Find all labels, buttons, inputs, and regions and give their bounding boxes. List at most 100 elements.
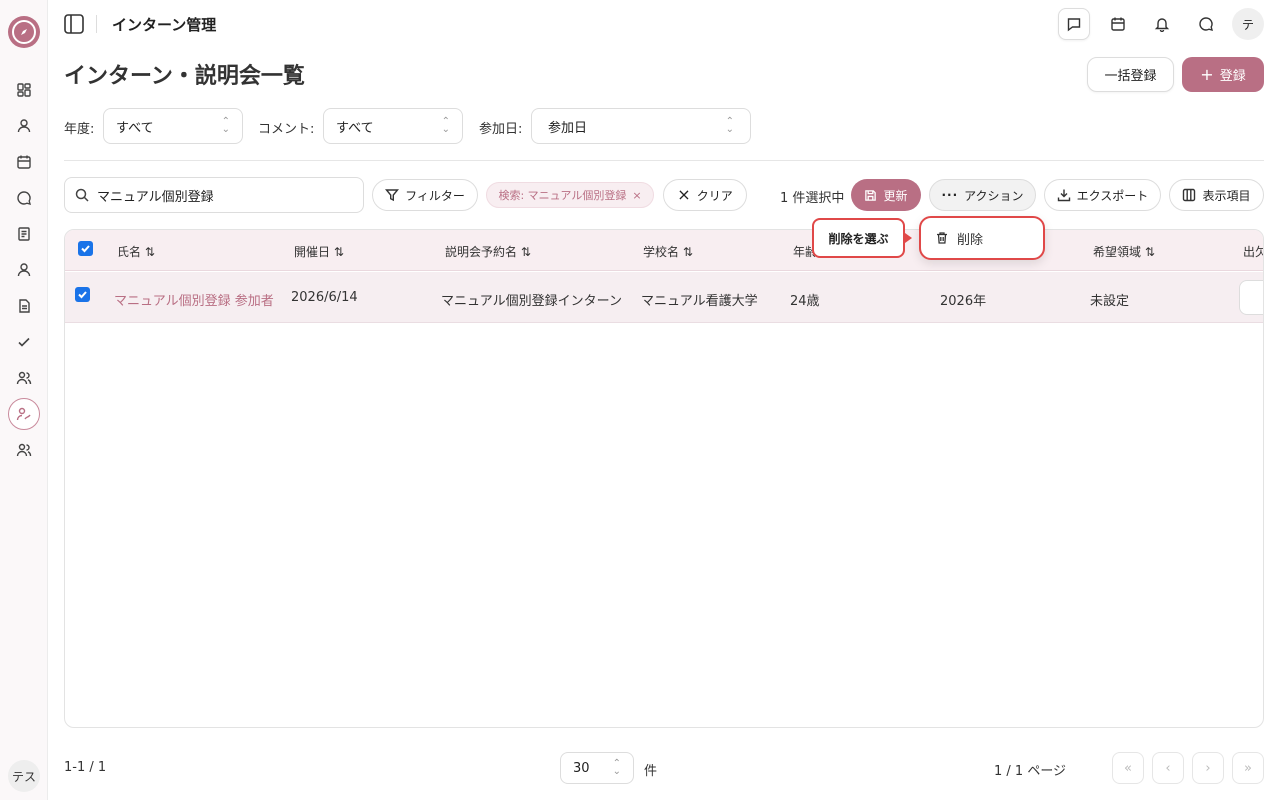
data-table: 氏名 ⇅ 開催日 ⇅ 説明会予約名 ⇅ 学校名 ⇅ 年齢 希望領域 ⇅ 出欠 マ… — [64, 229, 1264, 728]
comment-label: コメント: — [258, 122, 315, 137]
tooltip-arrow — [905, 233, 912, 243]
comment-select[interactable]: すべて ⌃ ⌄ — [323, 108, 463, 144]
double-chevron-right-icon: » — [1244, 760, 1252, 776]
calendar-button[interactable] — [1102, 8, 1134, 40]
section-divider — [64, 160, 1264, 161]
year-value: すべて — [116, 120, 154, 136]
users-icon[interactable] — [14, 368, 34, 388]
prev-page-button[interactable]: ‹ — [1152, 752, 1184, 784]
table-header: 氏名 ⇅ 開催日 ⇅ 説明会予約名 ⇅ 学校名 ⇅ 年齢 希望領域 ⇅ 出欠 — [65, 230, 1263, 271]
chevron-updown-icon: ⌃ ⌄ — [725, 116, 734, 135]
clear-button[interactable]: × クリア — [663, 179, 747, 211]
sidebar: テス — [0, 0, 48, 800]
person-icon[interactable] — [14, 260, 34, 280]
column-header-school[interactable]: 学校名 ⇅ — [643, 243, 693, 260]
columns-button[interactable]: 表示項目 — [1169, 179, 1264, 211]
year-select[interactable]: すべて ⌃ ⌄ — [103, 108, 243, 144]
user-avatar[interactable]: テス — [8, 760, 40, 792]
chip-close-icon[interactable]: × — [632, 189, 641, 202]
date-select[interactable]: 参加日 ⌃ ⌄ — [531, 108, 751, 144]
app-title: インターン管理 — [112, 16, 217, 34]
sidebar-toggle-icon[interactable] — [63, 13, 85, 35]
group-icon[interactable] — [14, 440, 34, 460]
chevron-updown-icon: ⌃ ⌄ — [612, 758, 621, 777]
row-school: マニュアル看護大学 — [641, 294, 758, 309]
chat-icon — [1199, 17, 1213, 31]
more-icon: ··· — [941, 188, 959, 202]
chat-button[interactable] — [1190, 8, 1222, 40]
column-header-event[interactable]: 説明会予約名 ⇅ — [445, 243, 531, 260]
page-size-value: 30 — [573, 760, 590, 776]
filter-icon — [385, 189, 400, 202]
bulk-register-button[interactable]: 一括登録 — [1087, 57, 1174, 92]
row-date: 2026/6/14 — [291, 290, 358, 305]
row-area: 未設定 — [1090, 294, 1130, 309]
delete-label: 削除 — [957, 232, 984, 248]
result-range: 1-1 / 1 — [64, 760, 107, 775]
last-page-button[interactable]: » — [1232, 752, 1264, 784]
row-age: 24歳 — [790, 294, 820, 309]
file-icon[interactable] — [14, 296, 34, 316]
bell-icon — [1154, 18, 1170, 32]
action-label: アクション — [964, 188, 1024, 203]
action-button[interactable]: ··· アクション — [929, 179, 1036, 211]
update-label: 更新 — [883, 188, 908, 203]
calendar-icon — [1111, 17, 1125, 31]
chat-icon[interactable] — [14, 188, 34, 208]
row-grad-year: 2026年 — [940, 294, 987, 309]
chevron-updown-icon: ⌃ ⌄ — [441, 116, 450, 135]
date-value: 参加日 — [548, 120, 588, 136]
date-label: 参加日: — [479, 122, 523, 137]
dashboard-icon[interactable] — [14, 80, 34, 100]
columns-icon — [1183, 188, 1196, 202]
page-size-unit: 件 — [644, 764, 658, 779]
columns-label: 表示項目 — [1202, 188, 1251, 203]
export-label: エクスポート — [1076, 188, 1149, 203]
year-label: 年度: — [64, 122, 95, 137]
table-row[interactable]: マニュアル個別登録 参加者 2026/6/14 マニュアル個別登録インターン マ… — [65, 272, 1263, 323]
select-all-checkbox[interactable] — [78, 241, 93, 256]
register-button[interactable]: + 登録 — [1182, 57, 1264, 92]
update-button[interactable]: 更新 — [851, 179, 921, 211]
calendar-icon[interactable] — [14, 152, 34, 172]
filter-button[interactable]: フィルター — [372, 179, 478, 211]
app-logo[interactable] — [8, 16, 40, 48]
page-size-select[interactable]: 30 ⌃ ⌄ — [560, 752, 634, 784]
message-button[interactable] — [1058, 8, 1090, 40]
row-name-link[interactable]: マニュアル個別登録 参加者 — [114, 290, 274, 309]
comment-value: すべて — [336, 120, 374, 136]
double-chevron-left-icon: « — [1124, 760, 1132, 776]
check-icon[interactable] — [14, 332, 34, 352]
document-icon[interactable] — [14, 224, 34, 244]
page-info: 1 / 1 ページ — [994, 764, 1067, 779]
message-icon — [1067, 18, 1081, 32]
filter-label: フィルター — [405, 188, 465, 203]
chevron-right-icon: › — [1205, 760, 1211, 776]
row-checkbox[interactable] — [75, 287, 90, 302]
intern-icon[interactable] — [8, 398, 40, 430]
header-avatar[interactable]: テ — [1232, 8, 1264, 40]
chevron-updown-icon: ⌃ ⌄ — [221, 116, 230, 135]
column-header-date[interactable]: 開催日 ⇅ — [294, 243, 344, 260]
next-page-button[interactable]: › — [1192, 752, 1224, 784]
user-icon[interactable] — [14, 116, 34, 136]
attendance-button[interactable] — [1239, 280, 1263, 315]
plus-icon: + — [1200, 64, 1214, 84]
column-header-attendance[interactable]: 出欠 — [1243, 243, 1263, 260]
header-divider — [96, 15, 97, 33]
delete-menu-item[interactable]: 削除 — [919, 216, 1045, 260]
notification-button[interactable] — [1146, 8, 1178, 40]
column-header-name[interactable]: 氏名 ⇅ — [117, 243, 155, 260]
search-input[interactable] — [97, 187, 337, 203]
close-icon: × — [677, 185, 691, 204]
export-button[interactable]: エクスポート — [1044, 179, 1161, 211]
chip-label: 検索: マニュアル個別登録 — [498, 189, 627, 202]
search-box[interactable] — [64, 177, 364, 213]
trash-icon — [937, 232, 947, 244]
first-page-button[interactable]: « — [1112, 752, 1144, 784]
search-chip[interactable]: 検索: マニュアル個別登録 × — [486, 182, 654, 208]
register-label: 登録 — [1219, 69, 1246, 84]
save-icon — [865, 189, 877, 201]
column-header-area[interactable]: 希望領域 ⇅ — [1093, 243, 1155, 260]
search-icon — [75, 188, 89, 202]
